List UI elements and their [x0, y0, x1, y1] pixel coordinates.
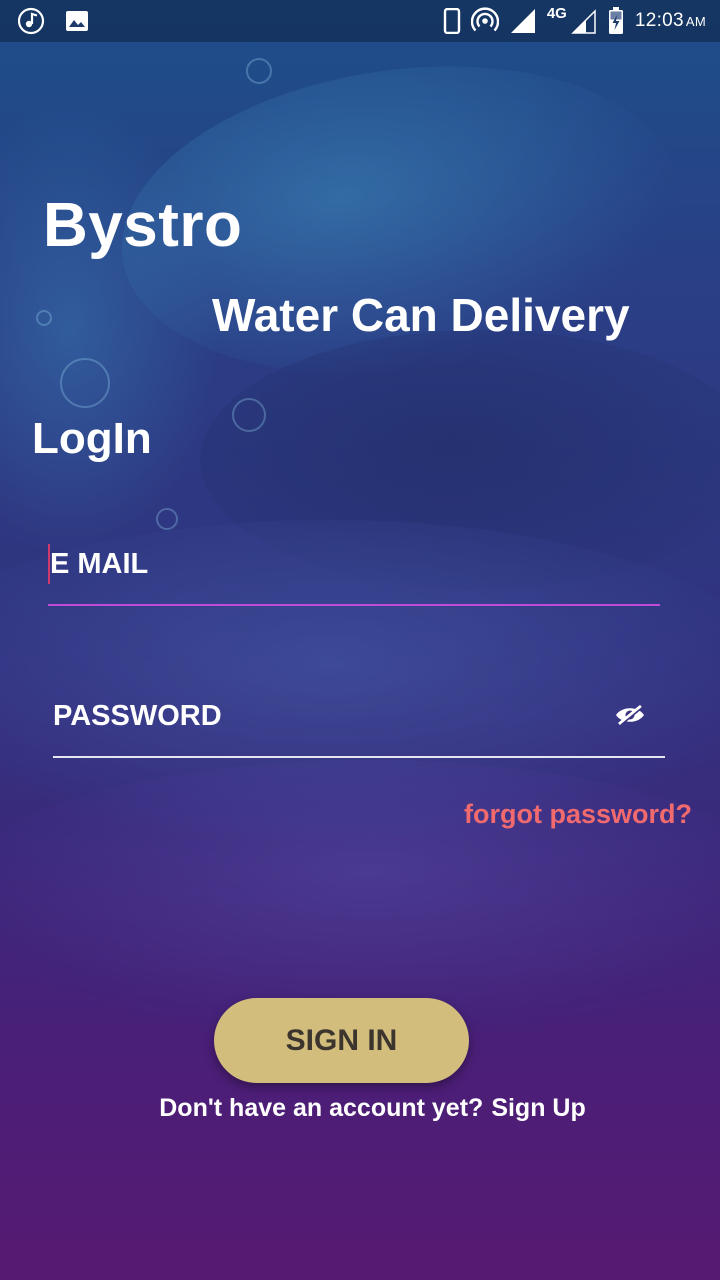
- app-title: Bystro: [43, 191, 243, 260]
- background-bubble: [156, 508, 178, 530]
- signup-row: Don't have an account yet? Sign Up: [0, 1094, 720, 1123]
- forgot-password-link[interactable]: forgot password?: [464, 799, 692, 830]
- email-field-container: [48, 534, 662, 606]
- music-note-icon: [16, 6, 46, 36]
- login-heading: LogIn: [32, 414, 152, 463]
- signal-icon: [509, 7, 537, 35]
- background-bubble: [232, 398, 266, 432]
- background-bubble: [246, 58, 272, 84]
- status-bar: 4G 12:03 AM: [0, 0, 720, 42]
- password-visibility-toggle-icon[interactable]: [613, 700, 647, 730]
- email-field[interactable]: [48, 534, 662, 594]
- background-bubble: [36, 310, 52, 326]
- sign-in-button[interactable]: SIGN IN: [214, 998, 469, 1083]
- phone-icon: [443, 8, 461, 34]
- gallery-icon: [64, 6, 90, 36]
- text-cursor: [48, 544, 50, 584]
- signup-prompt: Don't have an account yet?: [159, 1094, 484, 1122]
- signal-icon: [571, 7, 597, 35]
- password-field-container: [53, 686, 665, 758]
- sign-up-link[interactable]: Sign Up: [491, 1094, 585, 1122]
- hotspot-icon: [470, 7, 499, 35]
- battery-charging-icon: [607, 6, 625, 36]
- app-subtitle: Water Can Delivery: [212, 289, 630, 341]
- password-field[interactable]: [53, 686, 665, 746]
- background-bubble: [60, 358, 110, 408]
- login-screen: 4G 12:03 AM Bystro Water Can Delivery Log…: [0, 0, 720, 1280]
- clock: 12:03 AM: [634, 10, 706, 31]
- network-type-label: 4G: [546, 4, 567, 22]
